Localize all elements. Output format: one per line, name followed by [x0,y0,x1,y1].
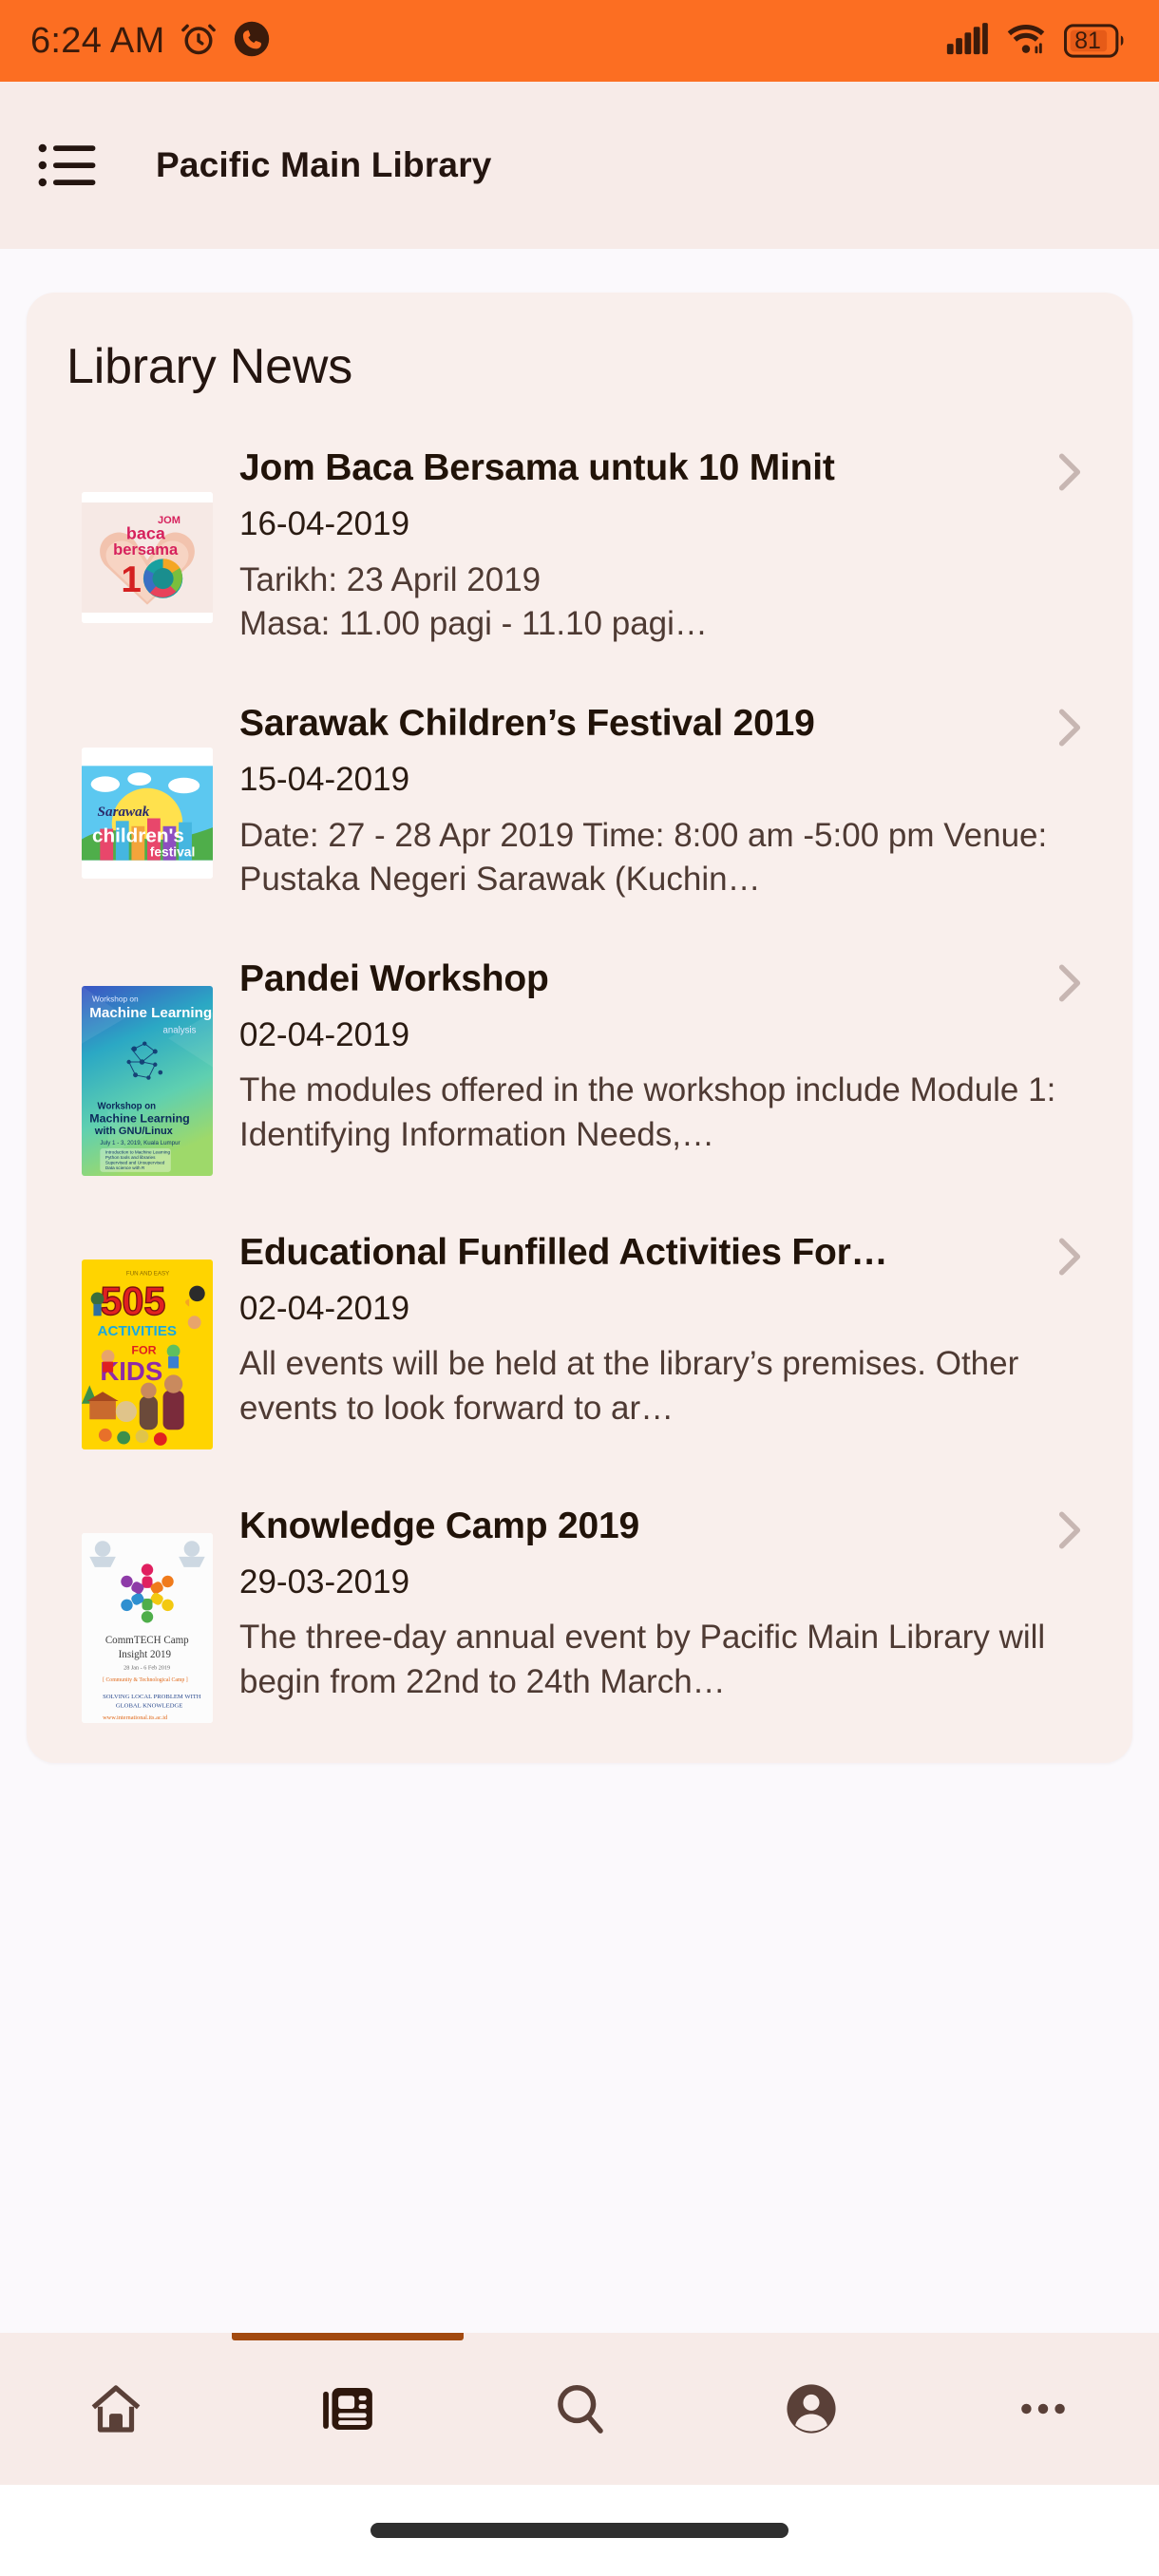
505-activities-for-kids-book-cover: FUN AND EASY 505 ACTIVITIES FOR KIDS [82,1259,213,1449]
phone-call-icon [232,19,272,64]
bottom-navigation-bar [0,2333,1159,2485]
account-circle-icon [780,2377,843,2440]
svg-text:SOLVING LOCAL PROBLEM WITH: SOLVING LOCAL PROBLEM WITH [103,1693,201,1699]
list-item-body: Knowledge Camp 2019 29-03-2019 The three… [239,1501,1094,1705]
chevron-right-icon[interactable] [1045,1235,1094,1279]
page-title: Pacific Main Library [156,145,492,184]
chevron-right-icon[interactable] [1045,706,1094,749]
news-description: Tarikh: 23 April 2019 Masa: 11.00 pagi -… [239,560,708,643]
svg-text:28 Jan - 6 Feb 2019: 28 Jan - 6 Feb 2019 [124,1664,170,1671]
svg-text:July 1 - 3, 2019, Kuala Lumpur: July 1 - 3, 2019, Kuala Lumpur [100,1140,180,1146]
list-item-body: Educational Funfilled Activities For… 02… [239,1227,1094,1431]
scroll-content: Library News JOM baca bersama 1 Jom Baca… [0,249,1159,2333]
nav-tab-home[interactable] [0,2333,232,2485]
svg-text:with GNU/Linux: with GNU/Linux [94,1126,174,1137]
list-item[interactable]: Sarawak children's festival Sarawak Chil… [27,698,1132,902]
svg-text:Introduction to Machine Learni: Introduction to Machine Learning [105,1149,171,1154]
news-date: 15-04-2019 [239,760,410,798]
list-item-body: Sarawak Children’s Festival 2019 15-04-2… [239,698,1094,902]
status-bar: 6:24 AM 81 [0,0,1159,82]
list-item[interactable]: FUN AND EASY 505 ACTIVITIES FOR KIDS Edu… [27,1227,1132,1449]
svg-text:Machine Learning: Machine Learning [89,1005,212,1021]
svg-text:[ Community & Technological Ca: [ Community & Technological Camp ] [103,1677,188,1683]
svg-text:analysis: analysis [163,1025,197,1035]
jom-baca-bersama-poster: JOM baca bersama 1 [82,492,213,623]
svg-text:GLOBAL KNOWLEDGE: GLOBAL KNOWLEDGE [116,1702,182,1709]
svg-text:FUN AND EASY: FUN AND EASY [126,1270,169,1277]
list-item-header: Educational Funfilled Activities For… [239,1231,1094,1279]
nav-tab-search[interactable] [464,2333,695,2485]
svg-text:festival: festival [150,844,196,859]
list-menu-icon[interactable] [36,134,99,197]
chevron-right-icon[interactable] [1045,961,1094,1005]
list-item[interactable]: Workshop on Machine Learning analysis Wo… [27,954,1132,1176]
svg-text:Insight 2019: Insight 2019 [119,1649,172,1660]
svg-text:Data science with R: Data science with R [105,1165,145,1170]
svg-text:505: 505 [100,1279,165,1323]
app-bar: Pacific Main Library [0,82,1159,249]
alarm-icon [179,19,218,64]
list-item-header: Pandei Workshop [239,957,1094,1005]
library-news-card: Library News JOM baca bersama 1 Jom Baca… [27,293,1132,1763]
status-bar-right: 81 [946,22,1125,61]
svg-text:www.international.its.ac.id: www.international.its.ac.id [103,1714,168,1721]
sarawak-childrens-festival-poster: Sarawak children's festival [82,747,213,879]
signal-bars-icon [946,22,988,61]
battery-icon: 81 [1064,23,1125,59]
list-item[interactable]: CommTECH Camp Insight 2019 28 Jan - 6 Fe… [27,1501,1132,1723]
card-heading: Library News [66,339,353,394]
chevron-right-icon[interactable] [1045,1508,1094,1552]
machine-learning-workshop-poster: Workshop on Machine Learning analysis Wo… [82,985,213,1176]
list-item-body: Pandei Workshop 02-04-2019 The modules o… [239,954,1094,1158]
svg-text:Python tools and libraries: Python tools and libraries [105,1155,156,1160]
nav-tab-more[interactable] [927,2333,1159,2485]
more-horizontal-icon [1012,2377,1074,2440]
svg-text:Machine Learning: Machine Learning [89,1111,190,1125]
news-date: 29-03-2019 [239,1563,410,1601]
chevron-right-icon[interactable] [1045,450,1094,494]
svg-text:CommTECH Camp: CommTECH Camp [105,1635,189,1646]
news-title: Educational Funfilled Activities For… [239,1231,888,1273]
svg-text:bersama: bersama [113,540,179,559]
list-item-header: Knowledge Camp 2019 [239,1505,1094,1552]
news-list: JOM baca bersama 1 Jom Baca Bersama untu… [27,443,1132,1723]
svg-text:Sarawak: Sarawak [98,804,150,820]
gesture-home-pill[interactable] [370,2523,788,2538]
status-bar-clock: 6:24 AM [30,21,165,61]
news-description: Date: 27 - 28 Apr 2019 Time: 8:00 am -5:… [239,816,1048,899]
status-bar-left: 6:24 AM [30,19,272,64]
news-title: Pandei Workshop [239,957,549,999]
news-date: 16-04-2019 [239,505,410,542]
system-gesture-bar [0,2485,1159,2576]
svg-text:ACTIVITIES: ACTIVITIES [98,1323,177,1339]
list-item[interactable]: JOM baca bersama 1 Jom Baca Bersama untu… [27,443,1132,647]
commtech-camp-insight-poster: CommTECH Camp Insight 2019 28 Jan - 6 Fe… [82,1532,213,1723]
nav-tab-account[interactable] [695,2333,927,2485]
news-description: The three-day annual event by Pacific Ma… [239,1619,1046,1700]
nav-tab-news[interactable] [232,2333,464,2485]
newspaper-icon [316,2377,379,2440]
svg-text:children's: children's [92,824,184,846]
svg-text:1: 1 [121,559,141,600]
news-title: Knowledge Camp 2019 [239,1505,639,1546]
news-title: Jom Baca Bersama untuk 10 Minit [239,447,835,488]
active-indicator [232,2333,464,2340]
news-description: All events will be held at the library’s… [239,1345,1019,1427]
news-title: Sarawak Children’s Festival 2019 [239,702,815,744]
list-item-body: Jom Baca Bersama untuk 10 Minit 16-04-20… [239,443,1094,647]
news-date: 02-04-2019 [239,1289,410,1327]
list-item-header: Jom Baca Bersama untuk 10 Minit [239,446,1094,494]
phone-screen: 6:24 AM 81 Pacific Main Library Library … [0,0,1159,2576]
svg-text:Workshop on: Workshop on [92,994,139,1003]
svg-text:Supervised and Unsupervised: Supervised and Unsupervised [105,1160,165,1165]
news-description: The modules offered in the workshop incl… [239,1071,1056,1153]
list-item-header: Sarawak Children’s Festival 2019 [239,702,1094,749]
svg-text:FOR: FOR [131,1343,156,1356]
search-icon [548,2377,611,2440]
home-icon [85,2377,147,2440]
svg-text:Workshop on: Workshop on [98,1101,157,1111]
news-date: 02-04-2019 [239,1015,410,1053]
wifi-icon [1005,22,1047,61]
battery-percent-label: 81 [1074,27,1101,54]
